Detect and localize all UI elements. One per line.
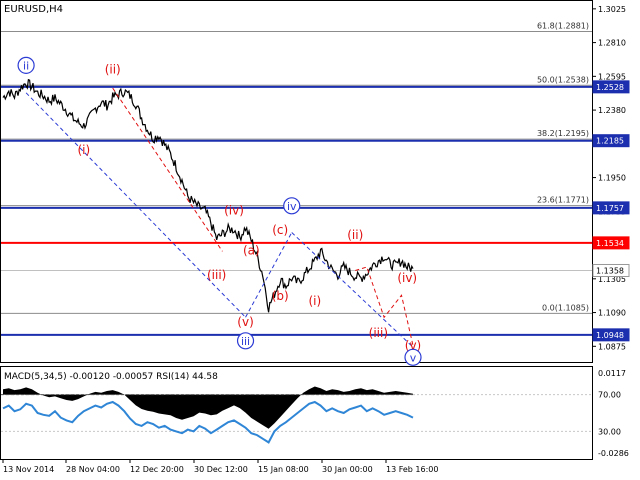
time-tick-label: 15 Jan 08:00 <box>258 465 309 474</box>
wave-label: (i) <box>77 143 90 157</box>
wave-label: iii <box>241 335 250 348</box>
price-tick-label: 1.2595 <box>598 72 626 81</box>
wave-label: (a) <box>243 244 260 258</box>
time-tick-label: 28 Nov 04:00 <box>66 465 120 474</box>
wave-label: (ii) <box>347 228 363 242</box>
fib-label: 38.2(1.2195) <box>537 129 589 138</box>
wave-label: v <box>410 351 417 364</box>
indicator-axis-label: 30.00 <box>598 427 621 436</box>
price-tick-label: 1.2380 <box>598 106 626 115</box>
trend-line <box>112 87 223 252</box>
price-tick-label: 1.1950 <box>598 174 626 183</box>
wave-label: (iii) <box>369 326 388 340</box>
time-tick-label: 13 Feb 16:00 <box>386 465 438 474</box>
price-tick-label: 1.3025 <box>598 5 626 14</box>
fib-label: 50.0(1.2538) <box>537 75 589 84</box>
price-tick-label: 1.2810 <box>598 39 626 48</box>
wave-label: (ii) <box>105 62 121 76</box>
fib-label: 23.6(1.1771) <box>537 196 589 205</box>
level-badge-label: 1.1534 <box>596 239 624 248</box>
price-series <box>2 78 414 348</box>
time-axis: 13 Nov 2014 28 Nov 04:00 12 Dec 20:00 30 De… <box>2 459 438 474</box>
symbol-label: EURUSD,H4 <box>4 4 63 15</box>
indicator-axis-label: -0.0286 <box>598 449 629 458</box>
wave-label: iv <box>287 200 297 213</box>
chart-canvas: 61.8(1.2881) 50.0(1.2538) 38.2(1.2195) 23.6… <box>0 0 630 474</box>
level-badge-label: 1.1358 <box>596 266 624 275</box>
wave-label: (i) <box>308 294 321 308</box>
wave-labels: ii (ii) (i) (iv) iv (a) (c) (iii) (b) (v) iii (i) (i… <box>17 56 422 366</box>
level-badge-label: 1.1757 <box>596 204 624 213</box>
time-tick-label: 30 Jan 00:00 <box>322 465 373 474</box>
wave-label: (b) <box>272 289 289 303</box>
indicator-series: 0.0117 70.00 30.00 -0.0286 <box>1 369 629 458</box>
level-badge-label: 1.0948 <box>596 331 624 340</box>
wave-label: (iv) <box>224 204 244 218</box>
level-badge-label: 1.2185 <box>596 137 624 146</box>
time-tick-label: 30 Dec 12:00 <box>194 465 248 474</box>
wave-label: (v) <box>237 315 253 329</box>
time-tick-label: 12 Dec 20:00 <box>130 465 184 474</box>
price-tick-label: 1.0875 <box>598 342 626 351</box>
time-tick-label: 13 Nov 2014 <box>3 465 54 474</box>
wave-label: (iii) <box>207 268 226 282</box>
level-badge-label: 1.2528 <box>596 83 624 92</box>
indicator-axis-label: 0.0117 <box>598 369 626 378</box>
wave-label: (iv) <box>397 271 417 285</box>
trend-line <box>25 92 246 318</box>
wave-label: ii <box>23 59 29 72</box>
chart-window: 61.8(1.2881) 50.0(1.2538) 38.2(1.2195) 23.6… <box>0 0 640 480</box>
wave-label: (c) <box>272 223 288 237</box>
trend-line <box>291 232 414 348</box>
price-tick-label: 1.1090 <box>598 309 626 318</box>
indicator-axis-label: 70.00 <box>598 391 621 400</box>
price-axis: 1.30251.28101.25951.23801.21651.19501.17… <box>592 5 626 351</box>
indicator-label: MACD(5,34,5) -0.00120 -0.00057 RSI(14) 4… <box>4 372 218 382</box>
level-badges: 1.2528 1.2185 1.1757 1.1534 1.0948 1.1358 <box>592 80 630 342</box>
fibonacci-levels: 61.8(1.2881) 50.0(1.2538) 38.2(1.2195) 23.6… <box>1 21 592 314</box>
fib-label: 0.0(1.1085) <box>542 303 589 312</box>
fib-label: 61.8(1.2881) <box>537 21 589 30</box>
main-panel-frame <box>0 0 593 363</box>
